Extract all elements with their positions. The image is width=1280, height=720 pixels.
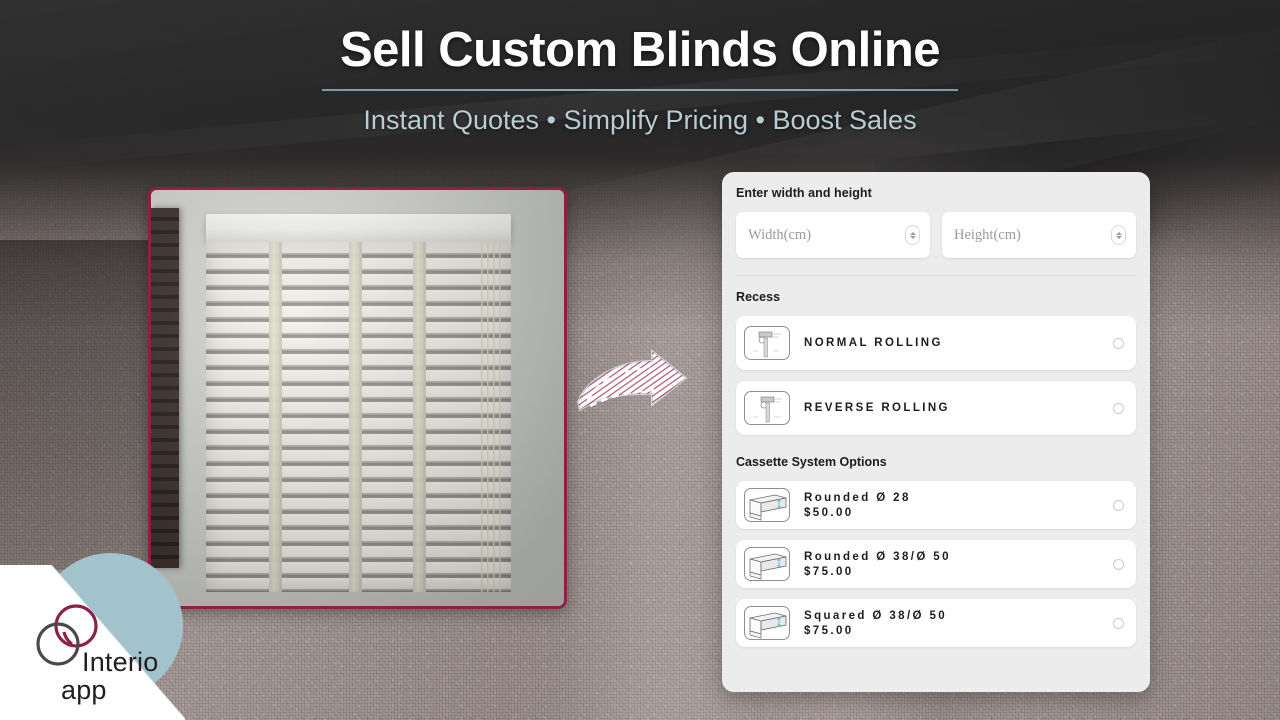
cassette-squared-38-50-icon xyxy=(744,606,790,640)
normal-rolling-diagram-icon xyxy=(744,326,790,360)
recess-options-list: NORMAL ROLLING REVERSE ROLLING xyxy=(736,316,1136,435)
cassette-option-rounded-28[interactable]: Rounded Ø 28 $50.00 xyxy=(736,481,1136,529)
cassette-option-radio[interactable] xyxy=(1113,617,1124,629)
cassette-option-radio[interactable] xyxy=(1113,499,1124,511)
cassette-options-list: Rounded Ø 28 $50.00 Rounded Ø 38/Ø 50 $7… xyxy=(736,481,1136,647)
recess-option-normal-rolling[interactable]: NORMAL ROLLING xyxy=(736,316,1136,370)
logo-text-interio: Interio xyxy=(82,647,159,677)
size-section-label: Enter width and height xyxy=(736,186,872,200)
recess-section-label: Recess xyxy=(736,290,781,304)
page-header: Sell Custom Blinds Online Instant Quotes… xyxy=(0,0,1280,136)
cassette-option-text: Squared Ø 38/Ø 50 $75.00 xyxy=(804,610,1113,637)
recess-option-text: NORMAL ROLLING xyxy=(804,337,1113,349)
size-inputs-row xyxy=(736,212,1136,258)
cassette-option-price: $75.00 xyxy=(804,624,854,637)
section-divider xyxy=(736,275,1136,276)
stepper-up-icon[interactable] xyxy=(1115,231,1122,235)
cassette-option-price: $50.00 xyxy=(804,506,854,519)
width-input[interactable] xyxy=(748,212,918,258)
logo-text-app: app xyxy=(61,675,107,705)
cassette-section-label: Cassette System Options xyxy=(736,455,887,469)
stepper-down-icon[interactable] xyxy=(1115,235,1122,239)
cassette-option-title: Squared Ø 38/Ø 50 xyxy=(804,609,948,622)
width-stepper[interactable] xyxy=(905,225,920,245)
title-divider xyxy=(322,89,958,91)
width-field[interactable] xyxy=(736,212,930,258)
cassette-rounded-28-icon xyxy=(744,488,790,522)
page-title: Sell Custom Blinds Online xyxy=(339,23,941,77)
curved-right-arrow-icon xyxy=(572,348,692,420)
page-subtitle: Instant Quotes • Simplify Pricing • Boos… xyxy=(363,105,917,135)
cassette-option-rounded-38-50[interactable]: Rounded Ø 38/Ø 50 $75.00 xyxy=(736,540,1136,588)
recess-option-radio[interactable] xyxy=(1113,402,1124,414)
recess-option-title: REVERSE ROLLING xyxy=(804,402,950,414)
height-stepper[interactable] xyxy=(1111,225,1126,245)
brand-logo: Interio app xyxy=(0,553,185,720)
cassette-option-radio[interactable] xyxy=(1113,558,1124,570)
background-left-dark-object xyxy=(0,240,160,570)
stepper-down-icon[interactable] xyxy=(909,235,916,239)
height-input[interactable] xyxy=(954,212,1124,258)
recess-option-radio[interactable] xyxy=(1113,337,1124,349)
cassette-option-price: $75.00 xyxy=(804,565,854,578)
photo-lighting-overlay xyxy=(151,190,564,606)
cassette-option-title: Rounded Ø 38/Ø 50 xyxy=(804,550,951,563)
stepper-up-icon[interactable] xyxy=(909,231,916,235)
blinds-product-photo xyxy=(148,187,567,609)
recess-option-text: REVERSE ROLLING xyxy=(804,402,1113,414)
cassette-option-text: Rounded Ø 38/Ø 50 $75.00 xyxy=(804,551,1113,578)
recess-option-reverse-rolling[interactable]: REVERSE ROLLING xyxy=(736,381,1136,435)
cassette-option-text: Rounded Ø 28 $50.00 xyxy=(804,492,1113,519)
cassette-rounded-38-50-icon xyxy=(744,547,790,581)
cassette-option-title: Rounded Ø 28 xyxy=(804,491,911,504)
recess-option-title: NORMAL ROLLING xyxy=(804,337,943,349)
height-field[interactable] xyxy=(942,212,1136,258)
reverse-rolling-diagram-icon xyxy=(744,391,790,425)
blinds-configurator-panel: Enter width and height Recess xyxy=(722,172,1150,692)
cassette-option-squared-38-50[interactable]: Squared Ø 38/Ø 50 $75.00 xyxy=(736,599,1136,647)
